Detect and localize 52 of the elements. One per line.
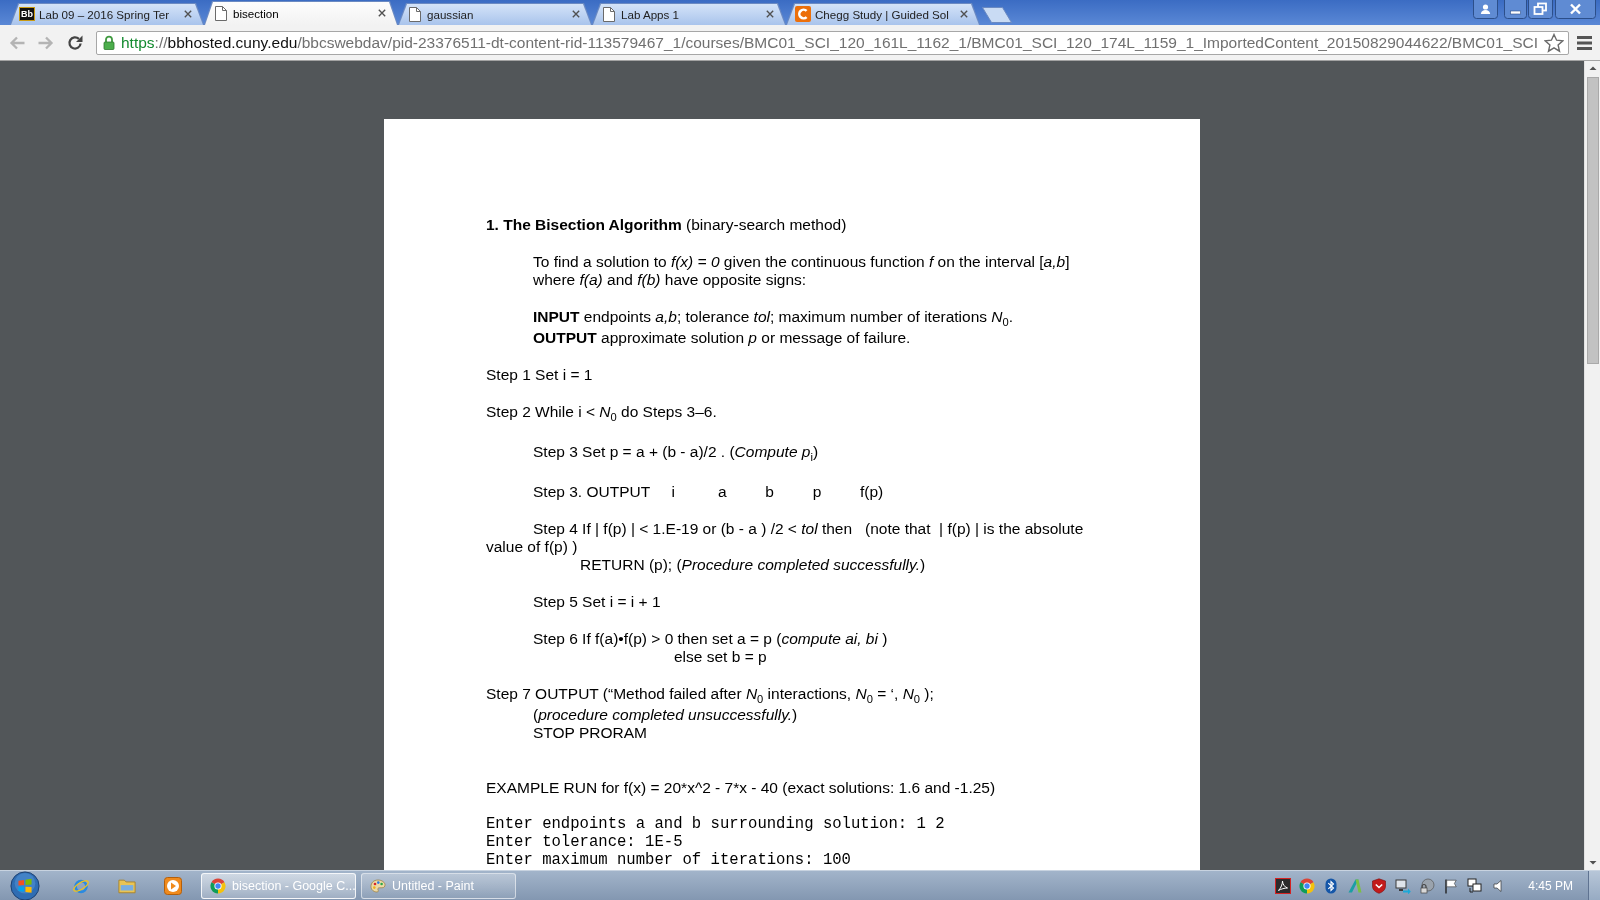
console-output: Enter endpoints a and b surrounding solution: 1 2 Enter tolerance: 1E-5 Enter maximum number of iterations: 100 (486, 814, 945, 869)
start-orb-icon[interactable] (10, 870, 40, 900)
bluetooth-icon[interactable] (1323, 877, 1340, 894)
browser-tab[interactable]: bisection (204, 1, 398, 25)
algorithm-step: Step 1 Set i = 1 (486, 365, 593, 384)
close-icon[interactable] (960, 10, 968, 18)
browser-tab[interactable]: Bb Lab 09 – 2016 Spring Ter (10, 3, 204, 25)
algorithm-step: Step 6 If f(a)•f(p) > 0 then set a = p (compute ai, bi ) else set b = p (533, 629, 888, 666)
close-icon[interactable] (378, 9, 386, 17)
menu-icon[interactable] (1577, 35, 1592, 50)
text-paragraph: To find a solution to f(x) = 0 given the continuous function f on the interval [a,b] where f(a) and f(b) have opposite signs: (533, 253, 1070, 289)
segmented-circle-icon (210, 877, 226, 894)
algorithm-step: Step 3 Set p = a + (b - a)/2 . (Compute p$_{i}$) (533, 442, 819, 464)
user-icon[interactable] (1473, 0, 1498, 19)
flag-icon[interactable] (1443, 877, 1460, 894)
page-icon (603, 6, 615, 22)
algorithm-step: Step 4 If | f(p) | < 1.E-19 or (b - a ) /2 < tol then (note that | f(p) | is the absolute value of f(p) ) RETURN (p); (Procedure completed successfully.) (486, 519, 1084, 574)
page-icon (409, 6, 421, 22)
browser-tab[interactable]: Chegg Study | Guided Sol (786, 3, 980, 25)
padlock-icon (103, 35, 115, 50)
lock-icon[interactable] (1419, 877, 1436, 894)
close-icon[interactable] (766, 10, 774, 18)
segmented-circle-icon[interactable] (1299, 877, 1316, 894)
close-icon[interactable] (1555, 0, 1596, 19)
restore-icon[interactable] (1528, 0, 1553, 19)
browser-tab[interactable]: gaussian (398, 3, 592, 25)
page-icon (215, 5, 227, 21)
swirl-tile-icon[interactable] (1275, 877, 1292, 894)
text-paragraph: INPUT endpoints a,b; tolerance tol; maximum number of iterations N$_{0}$. OUTPUT approximate solution p or message of failure. (533, 308, 1014, 347)
star-icon[interactable] (1544, 32, 1564, 53)
letter-c-icon (795, 6, 811, 22)
close-icon[interactable] (184, 10, 192, 18)
minimize-icon[interactable] (1504, 0, 1527, 19)
algorithm-step: Step 3. OUTPUT i a b p f(p) (533, 482, 884, 501)
shield-icon[interactable] (1371, 877, 1388, 894)
favicon-logo: Bb (19, 7, 35, 21)
palette-icon (370, 877, 386, 894)
section-heading: 1. The Bisection Algorithm (binary-search method) (486, 216, 847, 234)
algorithm-step: Step 5 Set i = i + 1 (533, 592, 661, 611)
computer-arrow-icon[interactable] (1395, 877, 1412, 894)
close-icon[interactable] (572, 10, 580, 18)
address-field[interactable]: https://bbhosted.cuny.edu/bbcswebdav/pid-23376511-dt-content-rid-113579467_1/courses/BMC01_SCI_120_161L_1162_1/BMC01_SCI_120_174L_1159_1_ImportedContent_20150829044622/BMC01_SCI (96, 30, 1569, 55)
example-caption: EXAMPLE RUN for f(x) = 20*x^2 - 7*x - 40 (exact solutions: 1.6 and -1.25) (486, 778, 996, 797)
scrollbar-thumb[interactable] (1586, 77, 1599, 364)
reload-icon[interactable] (66, 33, 84, 52)
algorithm-step: Step 7 OUTPUT (“Method failed after N$_{0}$ interactions, N$_{0}$ = ‘, N$_{0}$ ); (procedure completed unsuccessfully.) STOP PRORAM (486, 684, 934, 742)
browser-tab[interactable]: Lab Apps 1 (592, 3, 786, 25)
network-icon[interactable] (1467, 877, 1484, 894)
new-tab-icon[interactable] (982, 7, 1012, 23)
scrollbar-track[interactable] (1584, 61, 1600, 870)
algorithm-step: Step 2 While i < N$_{0}$ do Steps 3–6. (486, 402, 717, 424)
play-icon[interactable] (164, 876, 182, 895)
